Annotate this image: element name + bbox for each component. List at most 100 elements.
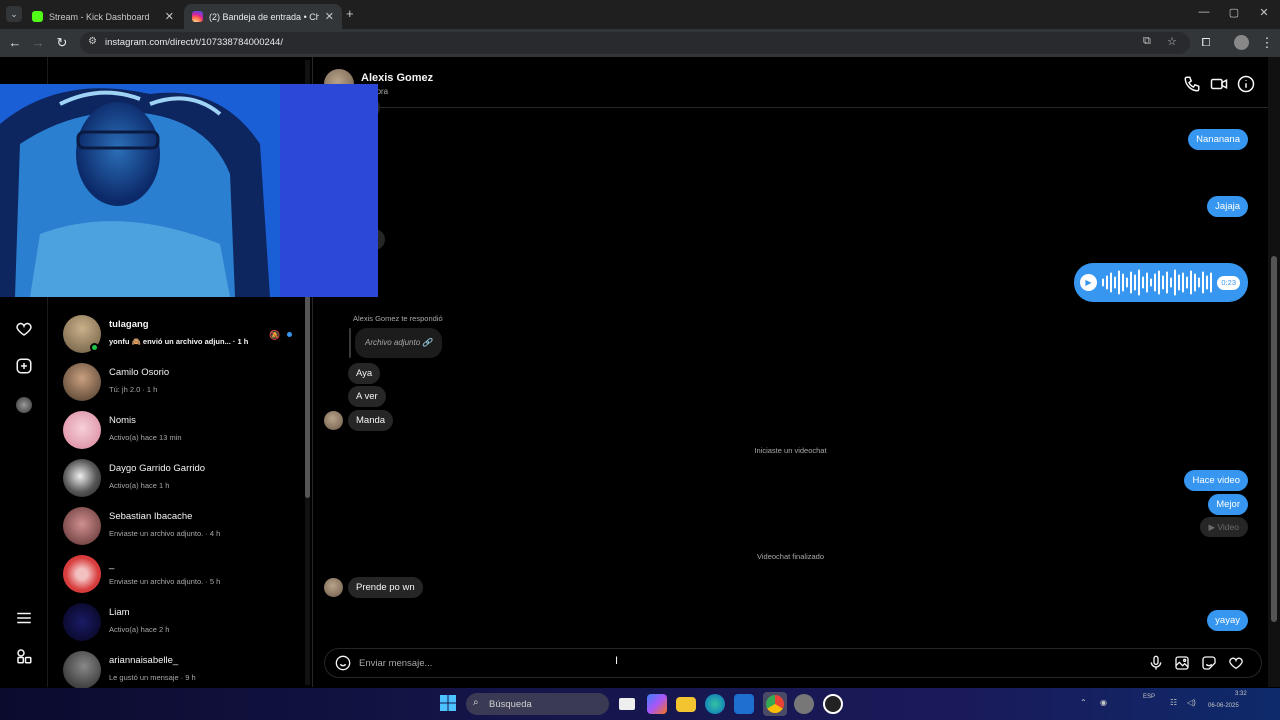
language-indicator[interactable]: ESP xyxy=(1143,693,1155,701)
task-view-icon[interactable] xyxy=(619,698,635,710)
like-heart-icon[interactable] xyxy=(1228,655,1244,671)
chrome-active-bg[interactable] xyxy=(763,692,787,716)
avatar xyxy=(63,603,101,641)
tray-overflow-icon[interactable]: ⌃ xyxy=(1080,698,1087,707)
profile-avatar[interactable] xyxy=(1234,35,1249,50)
sender-avatar[interactable] xyxy=(324,411,343,430)
contact-name[interactable]: Alexis Gomez xyxy=(361,72,433,84)
audio-call-icon[interactable] xyxy=(1183,75,1201,93)
network-tray-icon[interactable]: ◉ xyxy=(1100,698,1107,707)
site-info-icon[interactable]: ⚙ xyxy=(88,36,97,47)
conversation-info-icon[interactable] xyxy=(1237,75,1255,93)
chat-list-item[interactable]: ariannaisabelle_ Le gustó un mensaje · 9… xyxy=(48,646,306,694)
tab-instagram-inbox[interactable]: (2) Bandeja de entrada • Chats ✕ xyxy=(184,4,342,29)
video-message[interactable]: ▶ Video xyxy=(1199,517,1248,537)
waveform-bar xyxy=(1162,275,1164,290)
tab-search-button[interactable]: ⌄ xyxy=(6,6,22,22)
streaming-app-icon[interactable] xyxy=(823,694,843,714)
store-icon[interactable] xyxy=(734,694,754,714)
voice-duration: 0:23 xyxy=(1217,276,1240,290)
chat-list-item[interactable]: Camilo Osorio Tú: jh 2.0 · 1 h xyxy=(48,358,306,406)
chat-list-item[interactable]: tulagang yonfu 🙈 envió un archivo adjun.… xyxy=(48,310,306,358)
tab-kick-dashboard[interactable]: Stream - Kick Dashboard ✕ xyxy=(24,4,182,29)
chat-list-item[interactable]: _ Enviaste un archivo adjunto. · 5 h xyxy=(48,550,306,598)
close-tab-icon[interactable]: ✕ xyxy=(165,10,174,23)
browser-tab-bar: ⌄ Stream - Kick Dashboard ✕ (2) Bandeja … xyxy=(0,0,1280,29)
waveform-bar xyxy=(1130,271,1132,294)
more-menu-icon[interactable] xyxy=(14,609,34,629)
new-tab-icon[interactable]: + xyxy=(346,6,354,21)
clock-date[interactable]: 06-06-2025 xyxy=(1208,703,1239,709)
address-bar[interactable]: ⚙ instagram.com/direct/t/107338784000244… xyxy=(80,32,1190,54)
back-icon[interactable]: ← xyxy=(6,35,24,51)
threads-apps-icon[interactable] xyxy=(14,647,34,667)
outgoing-message[interactable]: Jajaja xyxy=(1207,196,1248,217)
sticker-icon[interactable] xyxy=(1201,655,1217,671)
waveform-bar xyxy=(1206,275,1208,290)
message-input[interactable]: Enviar mensaje... xyxy=(359,658,432,669)
incoming-message[interactable]: A ver xyxy=(348,386,386,407)
windows-start-icon[interactable] xyxy=(439,694,459,714)
browser-menu-icon[interactable]: ⋮ xyxy=(1258,35,1276,51)
chat-name: tulagang xyxy=(109,319,149,330)
outgoing-message[interactable]: Mejor xyxy=(1208,494,1248,515)
close-window-icon[interactable]: ✕ xyxy=(1254,6,1274,19)
profile-avatar[interactable] xyxy=(14,395,34,415)
obs-icon[interactable] xyxy=(794,694,814,714)
waveform-bar xyxy=(1110,272,1112,293)
waveform-bar xyxy=(1202,271,1204,294)
outgoing-message[interactable]: Nananana xyxy=(1188,129,1248,150)
audio-waveform xyxy=(1102,269,1212,296)
reload-icon[interactable]: ↻ xyxy=(53,35,71,51)
install-app-icon[interactable]: ⧉ xyxy=(1143,35,1151,48)
instagram-favicon-icon xyxy=(192,11,203,22)
forward-icon[interactable]: → xyxy=(29,35,47,51)
chat-list-item[interactable]: Nomis Activo(a) hace 13 min xyxy=(48,406,306,454)
clock-time[interactable]: 3:32 xyxy=(1235,691,1247,697)
close-tab-icon[interactable]: ✕ xyxy=(325,10,334,23)
chat-preview: Le gustó un mensaje · 9 h xyxy=(109,673,196,682)
webcam-video-image xyxy=(0,84,378,297)
waveform-bar xyxy=(1106,275,1108,290)
play-icon[interactable]: ▶ xyxy=(1080,274,1097,291)
chat-name: Daygo Garrido Garrido xyxy=(109,463,206,474)
page-scroll-thumb[interactable] xyxy=(1271,256,1277,622)
incoming-message[interactable]: Manda xyxy=(348,410,394,431)
incoming-message[interactable]: Aya xyxy=(348,363,381,384)
bookmark-star-icon[interactable]: ☆ xyxy=(1167,35,1177,48)
waveform-bar xyxy=(1190,270,1192,295)
avatar xyxy=(63,651,101,689)
chat-list-item[interactable]: Daygo Garrido Garrido Activo(a) hace 1 h xyxy=(48,454,306,502)
minimize-icon[interactable]: — xyxy=(1194,6,1214,18)
restore-icon[interactable]: ▢ xyxy=(1224,6,1244,19)
outgoing-message[interactable]: yayay xyxy=(1207,610,1248,631)
emoji-icon[interactable] xyxy=(335,655,351,671)
chat-list-item[interactable]: Sebastian Ibacache Enviaste un archivo a… xyxy=(48,502,306,550)
system-message: Videochat finalizado xyxy=(757,552,824,561)
file-explorer-icon[interactable] xyxy=(676,697,696,712)
message-composer[interactable]: Enviar mensaje... xyxy=(324,648,1262,678)
chat-name: Nomis xyxy=(109,415,136,426)
taskbar-search[interactable]: ⌕ Búsqueda xyxy=(466,693,609,715)
sender-avatar[interactable] xyxy=(324,578,343,597)
quoted-attachment[interactable]: Archivo adjunto 🔗 xyxy=(355,328,443,358)
incoming-message[interactable]: Prende po wn xyxy=(348,577,423,598)
extensions-icon[interactable]: ⧠ xyxy=(1197,35,1215,51)
waveform-bar xyxy=(1114,276,1116,289)
create-post-icon[interactable] xyxy=(14,357,34,377)
video-call-icon[interactable] xyxy=(1210,75,1228,93)
copilot-icon[interactable] xyxy=(647,694,667,714)
volume-icon[interactable]: ◁) xyxy=(1187,698,1196,707)
notifications-heart-icon[interactable] xyxy=(14,320,34,340)
edge-browser-icon[interactable] xyxy=(705,694,725,714)
wifi-icon[interactable]: ☷ xyxy=(1170,698,1177,707)
outgoing-message[interactable]: Hace video xyxy=(1184,470,1248,491)
microphone-icon[interactable] xyxy=(1148,655,1164,671)
chat-list-item[interactable]: Liam Activo(a) hace 2 h xyxy=(48,598,306,646)
voice-message[interactable]: ▶ 0:23 xyxy=(1074,263,1248,302)
waveform-bar xyxy=(1118,270,1120,295)
avatar xyxy=(63,507,101,545)
tab-title: (2) Bandeja de entrada • Chats xyxy=(209,11,319,22)
chat-preview: Enviaste un archivo adjunto. · 5 h xyxy=(109,577,221,586)
image-upload-icon[interactable] xyxy=(1174,655,1190,671)
